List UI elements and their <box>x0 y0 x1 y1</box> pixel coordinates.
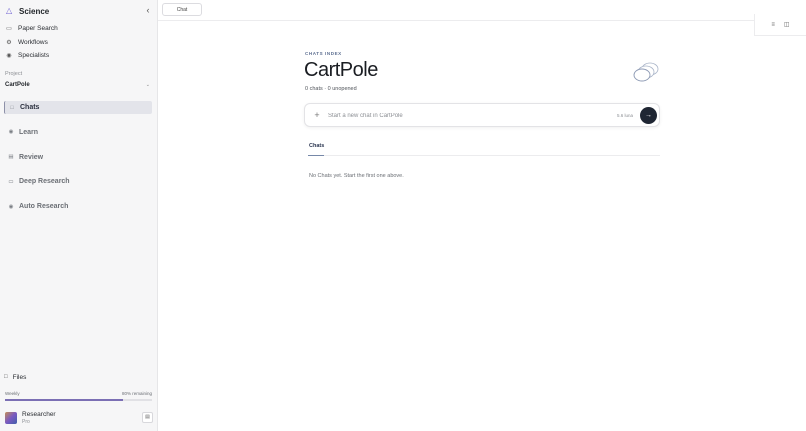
add-attachment-button[interactable]: + <box>312 110 322 120</box>
chat-stats: 0 chats · 0 unopened <box>305 86 357 92</box>
sidebar-item-label: Auto Research <box>19 203 69 211</box>
nav-item-label: Specialists <box>18 52 50 60</box>
main-nav: □ Chats ◉ Learn ▤ Review ▭ Deep Research… <box>4 101 152 225</box>
usage-remaining: 80% remaining <box>121 391 152 396</box>
model-selector[interactable]: 5.6 luna <box>617 113 633 118</box>
split-panel-icon[interactable]: ◫ <box>784 21 790 28</box>
nav-item-label: Paper Search <box>18 25 58 33</box>
user-plan: Pro <box>22 418 30 425</box>
tab-chat[interactable]: Chat <box>162 3 202 16</box>
sidebar-item-label: Review <box>19 153 44 161</box>
files-label: Files <box>12 373 27 381</box>
project-name: CartPole <box>5 82 30 88</box>
app-title: Science <box>19 6 50 16</box>
usage-bar-fill <box>5 399 123 401</box>
tab-chats[interactable]: Chats <box>309 143 324 149</box>
nav-item-workflows[interactable]: ⚙ Workflows <box>6 36 152 50</box>
nav-item-label: Workflows <box>18 38 48 46</box>
eye-icon: ◉ <box>6 53 12 60</box>
avatar[interactable] <box>5 411 17 424</box>
send-button[interactable]: → <box>640 107 657 124</box>
new-chat-input[interactable] <box>328 110 598 121</box>
new-chat-composer: + 5.6 luna → <box>304 103 660 127</box>
user-name: Researcher <box>22 410 56 418</box>
sidebar-item-label: Deep Research <box>19 178 70 186</box>
usage-meter: Weekly 80% remaining <box>5 391 152 401</box>
eye-icon: ◉ <box>8 129 14 136</box>
tabs-divider <box>308 155 660 156</box>
list-view-icon[interactable]: ≡ <box>771 22 775 28</box>
files-link[interactable]: □ Files <box>4 372 26 382</box>
document-icon: ▭ <box>6 26 12 33</box>
nav-item-paper-search[interactable]: ▭ Paper Search <box>6 22 152 36</box>
sidebar-item-auto-research[interactable]: ◉ Auto Research <box>4 200 152 213</box>
folder-icon: □ <box>4 374 8 380</box>
sidebar-item-label: Chats <box>20 104 40 111</box>
top-bar: Chat <box>158 0 806 21</box>
chevron-down-icon: ⌄ <box>145 82 150 88</box>
flask-icon: △ <box>6 6 13 15</box>
page-eyebrow: CHATS INDEX <box>305 51 342 56</box>
sidebar-item-chats[interactable]: □ Chats <box>4 101 152 114</box>
collapse-sidebar-icon[interactable]: ‹ <box>143 5 153 15</box>
project-label: Project <box>5 71 23 77</box>
top-actions: ≡ ◫ <box>754 14 806 36</box>
empty-state-message: No Chats yet. Start the first one above. <box>309 173 404 179</box>
nav-item-specialists[interactable]: ◉ Specialists <box>6 49 152 63</box>
sidebar-item-review[interactable]: ▤ Review <box>4 151 152 164</box>
list-icon: ▤ <box>8 154 14 161</box>
active-tab-indicator <box>308 154 324 156</box>
calendar-icon[interactable]: ▤ <box>142 412 153 423</box>
chat-bubbles-icon <box>633 62 659 82</box>
sidebar: △ Science ‹ ▭ Paper Search ⚙ Workflows ◉… <box>0 0 158 431</box>
project-selector[interactable]: CartPole ⌄ <box>5 80 150 90</box>
sidebar-item-deep-research[interactable]: ▭ Deep Research <box>4 175 152 188</box>
gear-icon: ⚙ <box>6 39 12 46</box>
user-profile: Researcher Pro ▤ <box>5 409 153 426</box>
sidebar-item-label: Learn <box>19 128 39 136</box>
eye-icon: ◉ <box>8 203 14 210</box>
brand: △ Science <box>6 4 49 18</box>
document-icon: ▭ <box>8 178 14 185</box>
top-nav: ▭ Paper Search ⚙ Workflows ◉ Specialists <box>6 22 152 63</box>
page-title: CartPole <box>304 59 378 81</box>
chat-bubble-icon: □ <box>10 104 14 111</box>
usage-bar <box>5 399 152 401</box>
usage-label: Weekly <box>5 391 20 396</box>
sidebar-item-learn[interactable]: ◉ Learn <box>4 126 152 139</box>
